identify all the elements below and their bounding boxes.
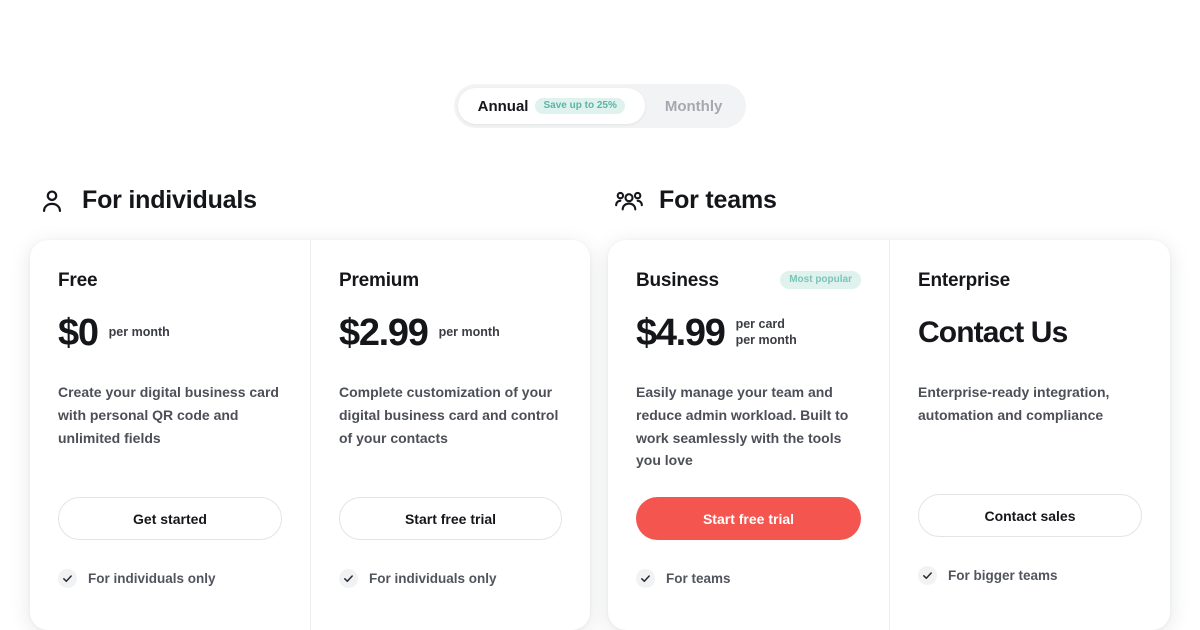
start-free-trial-button[interactable]: Start free trial [339, 497, 562, 540]
plan-header: Free [58, 270, 282, 296]
check-icon [58, 569, 77, 588]
check-icon [636, 569, 655, 588]
plan-group-individuals: Free $0 per month Create your digital bu… [30, 240, 590, 630]
plan-name: Free [58, 270, 98, 291]
check-icon [918, 566, 937, 585]
plan-price-row: $4.99 per card per month [636, 312, 861, 354]
plan-group-teams: Business Most popular $4.99 per card per… [608, 240, 1170, 630]
section-header-teams: For teams [615, 186, 777, 215]
section-title-individuals: For individuals [82, 186, 257, 214]
start-free-trial-button[interactable]: Start free trial [636, 497, 861, 540]
plan-price: $4.99 [636, 312, 726, 354]
plan-feature-label: For bigger teams [948, 568, 1058, 583]
plan-card-free: Free $0 per month Create your digital bu… [30, 240, 310, 630]
section-header-individuals: For individuals [38, 186, 257, 215]
section-title-teams: For teams [659, 186, 777, 214]
plan-feature-row: For bigger teams [918, 566, 1142, 585]
plan-description: Enterprise-ready integration, automation… [918, 384, 1110, 423]
plan-price-row: $0 per month [58, 312, 282, 354]
billing-toggle-annual[interactable]: Annual Save up to 25% [457, 88, 645, 124]
plan-price-unit: per card per month [735, 317, 797, 347]
plan-feature-row: For individuals only [58, 569, 282, 588]
plan-price: $2.99 [339, 312, 429, 354]
plan-feature-row: For teams [636, 569, 861, 588]
plan-price: $0 [58, 312, 99, 354]
plan-feature-row: For individuals only [339, 569, 562, 588]
plan-description: Create your digital business card with p… [58, 384, 279, 446]
plan-feature-label: For individuals only [88, 571, 216, 586]
plan-price-unit: per month [108, 325, 170, 340]
plan-card-premium: Premium $2.99 per month Complete customi… [310, 240, 590, 630]
plan-header: Premium [339, 270, 562, 296]
plan-price-row: Contact Us [918, 312, 1142, 354]
most-popular-badge: Most popular [780, 271, 861, 289]
save-badge: Save up to 25% [535, 98, 625, 114]
check-icon [339, 569, 358, 588]
billing-toggle-annual-label: Annual [477, 97, 529, 115]
plan-price: Contact Us [918, 316, 1068, 349]
billing-toggle-monthly[interactable]: Monthly [645, 88, 743, 124]
pricing-page: Annual Save up to 25% Monthly For indivi… [0, 0, 1200, 630]
billing-toggle[interactable]: Annual Save up to 25% Monthly [453, 84, 747, 128]
plan-price-unit: per month [438, 325, 500, 340]
billing-toggle-monthly-label: Monthly [664, 97, 723, 115]
plan-card-business: Business Most popular $4.99 per card per… [608, 240, 889, 630]
plan-feature-label: For teams [666, 571, 731, 586]
contact-sales-button[interactable]: Contact sales [918, 494, 1142, 537]
plan-header: Enterprise [918, 270, 1142, 296]
people-group-icon [615, 187, 643, 215]
plan-header: Business Most popular [636, 270, 861, 296]
get-started-button[interactable]: Get started [58, 497, 282, 540]
plan-price-row: $2.99 per month [339, 312, 562, 354]
plan-name: Premium [339, 270, 419, 291]
plan-card-enterprise: Enterprise Contact Us Enterprise-ready i… [889, 240, 1170, 630]
person-icon [38, 187, 66, 215]
plan-feature-label: For individuals only [369, 571, 497, 586]
plan-description: Complete customization of your digital b… [339, 384, 559, 446]
plan-name: Business [636, 270, 719, 291]
plan-description: Easily manage your team and reduce admin… [636, 384, 849, 469]
plan-name: Enterprise [918, 270, 1010, 291]
billing-toggle-container: Annual Save up to 25% Monthly [0, 84, 1200, 128]
